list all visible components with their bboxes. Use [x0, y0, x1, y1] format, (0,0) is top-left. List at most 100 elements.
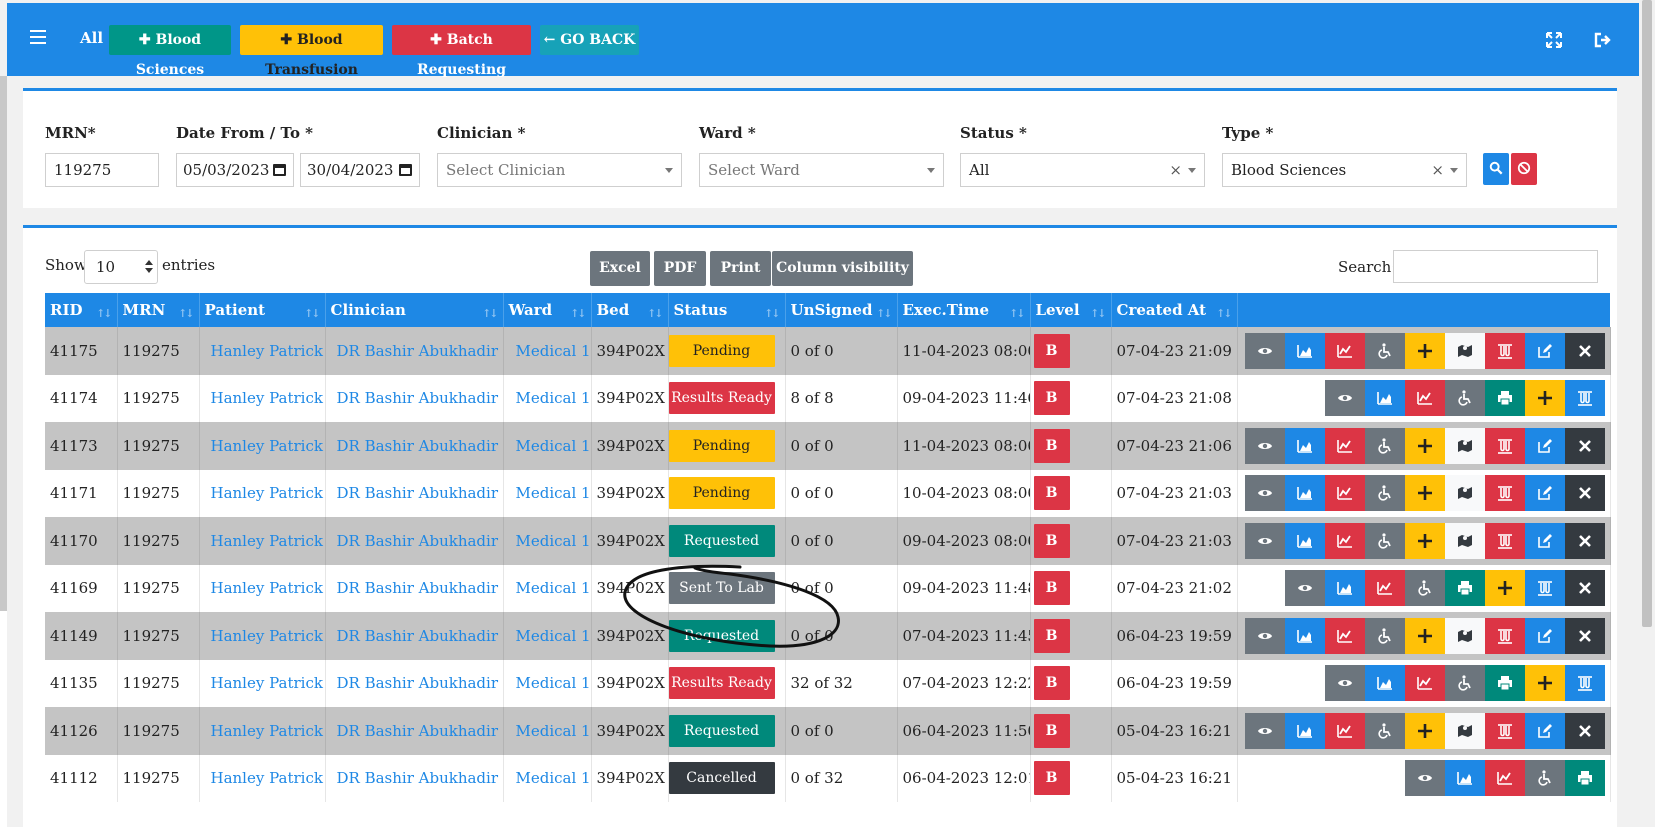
date-from-input[interactable]: 05/03/2023: [176, 153, 294, 187]
area-chart-action-button[interactable]: [1284, 712, 1325, 749]
ward-link[interactable]: Medical 1: [516, 437, 591, 455]
test-tubes-action-button[interactable]: [1564, 665, 1605, 702]
area-chart-action-button[interactable]: [1284, 475, 1325, 512]
col-unsigned[interactable]: UnSigned ↑↓: [785, 293, 898, 327]
close-action-button[interactable]: [1564, 522, 1605, 559]
blood-transfusion-button[interactable]: ✚ Blood Transfusion: [240, 25, 383, 78]
close-action-button[interactable]: [1564, 475, 1605, 512]
close-action-button[interactable]: [1564, 617, 1605, 654]
clinician-link[interactable]: DR Bashir Abukhadir: [337, 627, 499, 645]
view-action-button[interactable]: [1244, 712, 1285, 749]
wheelchair-action-button[interactable]: [1444, 380, 1485, 417]
ward-link[interactable]: Medical 1: [516, 342, 591, 360]
ward-link[interactable]: Medical 1: [516, 769, 591, 787]
ward-link[interactable]: Medical 1: [516, 722, 591, 740]
mrn-input[interactable]: 119275: [45, 153, 159, 187]
view-action-button[interactable]: [1244, 617, 1285, 654]
clinician-link[interactable]: DR Bashir Abukhadir: [337, 532, 499, 550]
plus-action-button[interactable]: [1404, 712, 1445, 749]
view-action-button[interactable]: [1244, 475, 1285, 512]
line-chart-action-button[interactable]: [1484, 760, 1525, 797]
pdf-button[interactable]: PDF: [654, 251, 706, 286]
level-badge[interactable]: B: [1033, 333, 1070, 368]
edit-action-button[interactable]: [1524, 332, 1565, 369]
patient-link[interactable]: Hanley Patrick: [211, 579, 323, 597]
area-chart-action-button[interactable]: [1284, 427, 1325, 464]
col-bed[interactable]: Bed ↑↓: [591, 293, 669, 327]
view-action-button[interactable]: [1324, 665, 1365, 702]
area-chart-action-button[interactable]: [1364, 380, 1405, 417]
ward-link[interactable]: Medical 1: [516, 674, 591, 692]
print-action-button[interactable]: [1484, 380, 1525, 417]
column-visibility-button[interactable]: Column visibility ▾: [772, 251, 913, 311]
ward-link[interactable]: Medical 1: [516, 627, 591, 645]
scrollbar-thumb[interactable]: [1642, 0, 1652, 627]
col-level[interactable]: Level ↑↓: [1030, 293, 1112, 327]
close-action-button[interactable]: [1564, 332, 1605, 369]
view-action-button[interactable]: [1324, 380, 1365, 417]
wheelchair-action-button[interactable]: [1444, 665, 1485, 702]
ward-link[interactable]: Medical 1: [516, 484, 591, 502]
print-action-button[interactable]: [1444, 570, 1485, 607]
wheelchair-action-button[interactable]: [1404, 570, 1445, 607]
clinician-link[interactable]: DR Bashir Abukhadir: [337, 437, 499, 455]
patient-link[interactable]: Hanley Patrick: [211, 769, 323, 787]
test-tubes-action-button[interactable]: [1524, 570, 1565, 607]
test-tubes-action-button[interactable]: [1484, 712, 1525, 749]
edit-action-button[interactable]: [1524, 427, 1565, 464]
edit-action-button[interactable]: [1524, 522, 1565, 559]
level-badge[interactable]: B: [1033, 428, 1070, 463]
level-badge[interactable]: B: [1033, 618, 1070, 653]
clinician-link[interactable]: DR Bashir Abukhadir: [337, 769, 499, 787]
search-button[interactable]: [1483, 153, 1509, 185]
close-action-button[interactable]: [1564, 427, 1605, 464]
ward-link[interactable]: Medical 1: [516, 389, 591, 407]
plus-action-button[interactable]: [1404, 332, 1445, 369]
line-chart-action-button[interactable]: [1324, 522, 1365, 559]
view-action-button[interactable]: [1244, 522, 1285, 559]
clinician-link[interactable]: DR Bashir Abukhadir: [337, 579, 499, 597]
wheelchair-action-button[interactable]: [1364, 712, 1405, 749]
reset-button[interactable]: [1511, 153, 1537, 185]
col-status[interactable]: Status ↑↓: [668, 293, 786, 327]
level-badge[interactable]: B: [1033, 666, 1070, 701]
area-chart-action-button[interactable]: [1364, 665, 1405, 702]
area-chart-action-button[interactable]: [1444, 760, 1485, 797]
patient-link[interactable]: Hanley Patrick: [211, 437, 323, 455]
print-button[interactable]: Print: [710, 251, 771, 286]
close-action-button[interactable]: [1564, 570, 1605, 607]
view-action-button[interactable]: [1244, 332, 1285, 369]
plus-action-button[interactable]: [1404, 475, 1445, 512]
plus-action-button[interactable]: [1404, 522, 1445, 559]
plus-action-button[interactable]: [1524, 665, 1565, 702]
view-action-button[interactable]: [1244, 427, 1285, 464]
level-badge[interactable]: B: [1033, 381, 1070, 416]
ward-link[interactable]: Medical 1: [516, 532, 591, 550]
line-chart-action-button[interactable]: [1324, 475, 1365, 512]
map-action-button[interactable]: [1444, 712, 1485, 749]
patient-link[interactable]: Hanley Patrick: [211, 532, 323, 550]
line-chart-action-button[interactable]: [1324, 617, 1365, 654]
wheelchair-action-button[interactable]: [1524, 760, 1565, 797]
level-badge[interactable]: B: [1033, 761, 1070, 796]
area-chart-action-button[interactable]: [1284, 332, 1325, 369]
menu-toggle-icon[interactable]: [30, 30, 46, 44]
clear-icon[interactable]: ×: [1431, 154, 1444, 186]
test-tubes-action-button[interactable]: [1484, 475, 1525, 512]
batch-requesting-button[interactable]: ✚ Batch Requesting: [392, 25, 531, 78]
col-clinician[interactable]: Clinician ↑↓: [325, 293, 504, 327]
clear-icon[interactable]: ×: [1169, 154, 1182, 186]
calendar-icon[interactable]: [273, 164, 286, 176]
col-created-at[interactable]: Created At ↑↓: [1111, 293, 1238, 327]
test-tubes-action-button[interactable]: [1484, 522, 1525, 559]
col-mrn[interactable]: MRN ↑↓: [117, 293, 200, 327]
wheelchair-action-button[interactable]: [1364, 427, 1405, 464]
ward-link[interactable]: Medical 1: [516, 579, 591, 597]
map-action-button[interactable]: [1444, 332, 1485, 369]
patient-link[interactable]: Hanley Patrick: [211, 627, 323, 645]
clinician-link[interactable]: DR Bashir Abukhadir: [337, 342, 499, 360]
expand-icon[interactable]: [1544, 30, 1564, 50]
sign-out-icon[interactable]: [1592, 30, 1612, 50]
print-action-button[interactable]: [1564, 760, 1605, 797]
line-chart-action-button[interactable]: [1404, 665, 1445, 702]
